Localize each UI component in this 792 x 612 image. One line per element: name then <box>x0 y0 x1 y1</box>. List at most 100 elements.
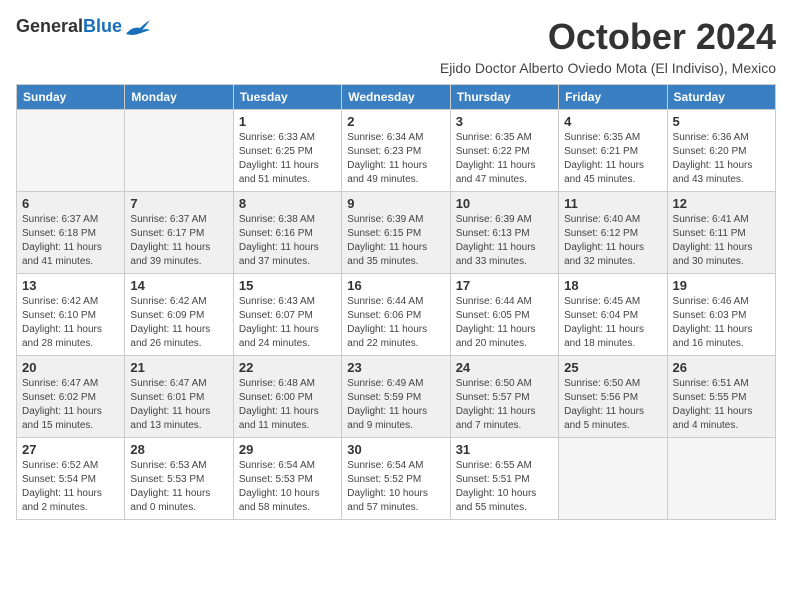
day-number: 19 <box>673 278 770 293</box>
calendar-header-row: SundayMondayTuesdayWednesdayThursdayFrid… <box>17 85 776 110</box>
day-number: 10 <box>456 196 553 211</box>
day-info: Sunrise: 6:55 AM Sunset: 5:51 PM Dayligh… <box>456 459 553 515</box>
calendar-week-row: 20 Sunrise: 6:47 AM Sunset: 6:02 PM Dayli… <box>17 356 776 438</box>
weekday-header: Tuesday <box>233 85 341 110</box>
calendar-day-cell: 23 Sunrise: 6:49 AM Sunset: 5:59 PM Dayli… <box>342 356 450 438</box>
calendar-day-cell: 2 Sunrise: 6:34 AM Sunset: 6:23 PM Daylig… <box>342 110 450 192</box>
location-title: Ejido Doctor Alberto Oviedo Mota (El Ind… <box>440 60 776 76</box>
calendar-day-cell: 1 Sunrise: 6:33 AM Sunset: 6:25 PM Daylig… <box>233 110 341 192</box>
day-info: Sunrise: 6:42 AM Sunset: 6:09 PM Dayligh… <box>130 295 227 351</box>
day-info: Sunrise: 6:45 AM Sunset: 6:04 PM Dayligh… <box>564 295 661 351</box>
day-number: 22 <box>239 360 336 375</box>
day-info: Sunrise: 6:48 AM Sunset: 6:00 PM Dayligh… <box>239 377 336 433</box>
day-info: Sunrise: 6:37 AM Sunset: 6:18 PM Dayligh… <box>22 213 119 269</box>
day-number: 3 <box>456 114 553 129</box>
day-number: 4 <box>564 114 661 129</box>
day-info: Sunrise: 6:49 AM Sunset: 5:59 PM Dayligh… <box>347 377 444 433</box>
logo-bird-icon <box>124 16 152 38</box>
day-number: 12 <box>673 196 770 211</box>
day-number: 15 <box>239 278 336 293</box>
month-title: October 2024 <box>440 16 776 58</box>
day-info: Sunrise: 6:47 AM Sunset: 6:01 PM Dayligh… <box>130 377 227 433</box>
weekday-header: Thursday <box>450 85 558 110</box>
day-info: Sunrise: 6:36 AM Sunset: 6:20 PM Dayligh… <box>673 131 770 187</box>
day-number: 25 <box>564 360 661 375</box>
day-number: 13 <box>22 278 119 293</box>
calendar-day-cell: 4 Sunrise: 6:35 AM Sunset: 6:21 PM Daylig… <box>559 110 667 192</box>
calendar-day-cell: 10 Sunrise: 6:39 AM Sunset: 6:13 PM Dayli… <box>450 192 558 274</box>
calendar-day-cell <box>667 438 775 520</box>
calendar-week-row: 1 Sunrise: 6:33 AM Sunset: 6:25 PM Daylig… <box>17 110 776 192</box>
calendar-day-cell: 28 Sunrise: 6:53 AM Sunset: 5:53 PM Dayli… <box>125 438 233 520</box>
calendar-day-cell: 5Sunrise: 6:36 AM Sunset: 6:20 PM Daylig… <box>667 110 775 192</box>
page-header: GeneralBlue October 2024 Ejido Doctor Al… <box>16 16 776 76</box>
calendar-day-cell: 24 Sunrise: 6:50 AM Sunset: 5:57 PM Dayli… <box>450 356 558 438</box>
day-number: 23 <box>347 360 444 375</box>
day-info: Sunrise: 6:41 AM Sunset: 6:11 PM Dayligh… <box>673 213 770 269</box>
day-info: Sunrise: 6:39 AM Sunset: 6:15 PM Dayligh… <box>347 213 444 269</box>
day-number: 6 <box>22 196 119 211</box>
day-info: Sunrise: 6:37 AM Sunset: 6:17 PM Dayligh… <box>130 213 227 269</box>
day-number: 21 <box>130 360 227 375</box>
title-area: October 2024 Ejido Doctor Alberto Oviedo… <box>440 16 776 76</box>
calendar-table: SundayMondayTuesdayWednesdayThursdayFrid… <box>16 84 776 520</box>
day-number: 2 <box>347 114 444 129</box>
calendar-day-cell: 9Sunrise: 6:39 AM Sunset: 6:15 PM Daylig… <box>342 192 450 274</box>
day-info: Sunrise: 6:54 AM Sunset: 5:52 PM Dayligh… <box>347 459 444 515</box>
calendar-day-cell: 19 Sunrise: 6:46 AM Sunset: 6:03 PM Dayli… <box>667 274 775 356</box>
calendar-day-cell: 8Sunrise: 6:38 AM Sunset: 6:16 PM Daylig… <box>233 192 341 274</box>
day-number: 28 <box>130 442 227 457</box>
calendar-week-row: 27Sunrise: 6:52 AM Sunset: 5:54 PM Dayli… <box>17 438 776 520</box>
logo: GeneralBlue <box>16 16 152 38</box>
day-number: 14 <box>130 278 227 293</box>
day-info: Sunrise: 6:39 AM Sunset: 6:13 PM Dayligh… <box>456 213 553 269</box>
weekday-header: Wednesday <box>342 85 450 110</box>
calendar-day-cell: 17Sunrise: 6:44 AM Sunset: 6:05 PM Dayli… <box>450 274 558 356</box>
calendar-day-cell: 20 Sunrise: 6:47 AM Sunset: 6:02 PM Dayli… <box>17 356 125 438</box>
calendar-week-row: 13 Sunrise: 6:42 AM Sunset: 6:10 PM Dayli… <box>17 274 776 356</box>
calendar-day-cell: 15Sunrise: 6:43 AM Sunset: 6:07 PM Dayli… <box>233 274 341 356</box>
weekday-header: Monday <box>125 85 233 110</box>
day-info: Sunrise: 6:50 AM Sunset: 5:56 PM Dayligh… <box>564 377 661 433</box>
day-info: Sunrise: 6:47 AM Sunset: 6:02 PM Dayligh… <box>22 377 119 433</box>
day-info: Sunrise: 6:44 AM Sunset: 6:06 PM Dayligh… <box>347 295 444 351</box>
day-number: 11 <box>564 196 661 211</box>
calendar-day-cell: 13 Sunrise: 6:42 AM Sunset: 6:10 PM Dayli… <box>17 274 125 356</box>
calendar-day-cell: 31 Sunrise: 6:55 AM Sunset: 5:51 PM Dayli… <box>450 438 558 520</box>
day-info: Sunrise: 6:51 AM Sunset: 5:55 PM Dayligh… <box>673 377 770 433</box>
calendar-day-cell: 11 Sunrise: 6:40 AM Sunset: 6:12 PM Dayli… <box>559 192 667 274</box>
day-number: 18 <box>564 278 661 293</box>
calendar-day-cell: 3Sunrise: 6:35 AM Sunset: 6:22 PM Daylig… <box>450 110 558 192</box>
day-number: 7 <box>130 196 227 211</box>
day-number: 31 <box>456 442 553 457</box>
calendar-day-cell: 12 Sunrise: 6:41 AM Sunset: 6:11 PM Dayli… <box>667 192 775 274</box>
day-info: Sunrise: 6:40 AM Sunset: 6:12 PM Dayligh… <box>564 213 661 269</box>
day-info: Sunrise: 6:33 AM Sunset: 6:25 PM Dayligh… <box>239 131 336 187</box>
calendar-day-cell: 29 Sunrise: 6:54 AM Sunset: 5:53 PM Dayli… <box>233 438 341 520</box>
day-number: 29 <box>239 442 336 457</box>
calendar-day-cell: 25 Sunrise: 6:50 AM Sunset: 5:56 PM Dayli… <box>559 356 667 438</box>
day-number: 8 <box>239 196 336 211</box>
day-info: Sunrise: 6:53 AM Sunset: 5:53 PM Dayligh… <box>130 459 227 515</box>
day-info: Sunrise: 6:42 AM Sunset: 6:10 PM Dayligh… <box>22 295 119 351</box>
day-info: Sunrise: 6:54 AM Sunset: 5:53 PM Dayligh… <box>239 459 336 515</box>
weekday-header: Sunday <box>17 85 125 110</box>
calendar-day-cell: 26Sunrise: 6:51 AM Sunset: 5:55 PM Dayli… <box>667 356 775 438</box>
weekday-header: Friday <box>559 85 667 110</box>
calendar-day-cell: 21 Sunrise: 6:47 AM Sunset: 6:01 PM Dayli… <box>125 356 233 438</box>
day-number: 16 <box>347 278 444 293</box>
day-number: 24 <box>456 360 553 375</box>
day-number: 1 <box>239 114 336 129</box>
weekday-header: Saturday <box>667 85 775 110</box>
day-info: Sunrise: 6:50 AM Sunset: 5:57 PM Dayligh… <box>456 377 553 433</box>
day-info: Sunrise: 6:46 AM Sunset: 6:03 PM Dayligh… <box>673 295 770 351</box>
day-info: Sunrise: 6:35 AM Sunset: 6:21 PM Dayligh… <box>564 131 661 187</box>
day-number: 17 <box>456 278 553 293</box>
day-info: Sunrise: 6:34 AM Sunset: 6:23 PM Dayligh… <box>347 131 444 187</box>
calendar-day-cell: 18 Sunrise: 6:45 AM Sunset: 6:04 PM Dayli… <box>559 274 667 356</box>
logo-text: GeneralBlue <box>16 17 122 37</box>
calendar-week-row: 6 Sunrise: 6:37 AM Sunset: 6:18 PM Daylig… <box>17 192 776 274</box>
calendar-day-cell <box>17 110 125 192</box>
day-number: 20 <box>22 360 119 375</box>
day-number: 27 <box>22 442 119 457</box>
